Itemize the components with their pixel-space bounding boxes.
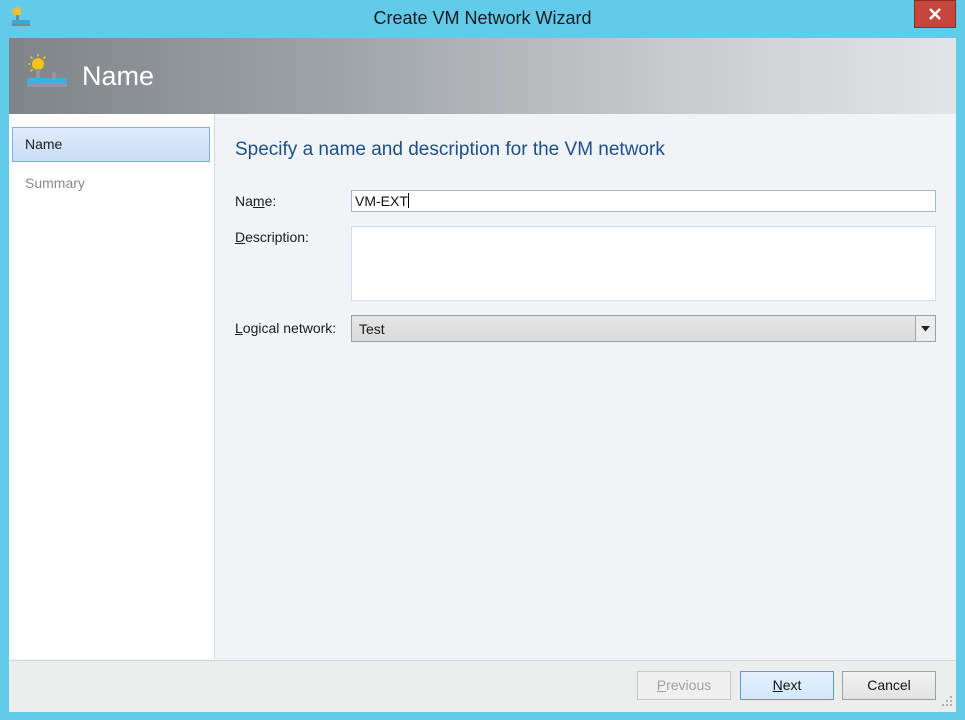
sidebar-item-summary[interactable]: Summary [12, 166, 210, 201]
logical-network-label: Logical network: [235, 320, 337, 336]
sidebar-item-label: Name [25, 136, 63, 152]
description-label: Description: [235, 229, 309, 245]
page-banner: Name [9, 38, 956, 114]
sidebar-item-label: Summary [25, 175, 85, 191]
window-title: Create VM Network Wizard [373, 8, 592, 28]
cancel-button[interactable]: Cancel [842, 671, 936, 700]
name-input-value: VM-EXT [355, 193, 408, 209]
close-button[interactable] [914, 0, 956, 28]
sidebar-item-name[interactable]: Name [12, 127, 210, 162]
section-heading: Specify a name and description for the V… [235, 139, 665, 160]
description-field[interactable] [351, 226, 936, 301]
next-button[interactable]: Next [740, 671, 834, 700]
chevron-down-icon[interactable] [915, 316, 935, 341]
vm-network-icon [27, 54, 71, 92]
title-bar[interactable]: Create VM Network Wizard [0, 0, 965, 38]
name-label: Name: [235, 193, 277, 209]
text-caret [407, 193, 409, 208]
wizard-steps-sidebar: Name Summary [9, 114, 215, 659]
wizard-window: Create VM Network Wizard Name Name Summa… [0, 0, 965, 720]
page-title: Name [82, 61, 155, 91]
close-icon [929, 8, 941, 20]
wizard-footer: Previous Next Cancel [9, 660, 956, 712]
resize-grip-icon[interactable] [941, 694, 953, 706]
name-input[interactable]: VM-EXT [351, 190, 936, 212]
wizard-content: Name Name Summary Specify a name and des… [9, 38, 956, 712]
previous-button[interactable]: Previous [637, 671, 731, 700]
logical-network-value: Test [359, 321, 385, 337]
logical-network-select[interactable]: Test [351, 315, 936, 342]
